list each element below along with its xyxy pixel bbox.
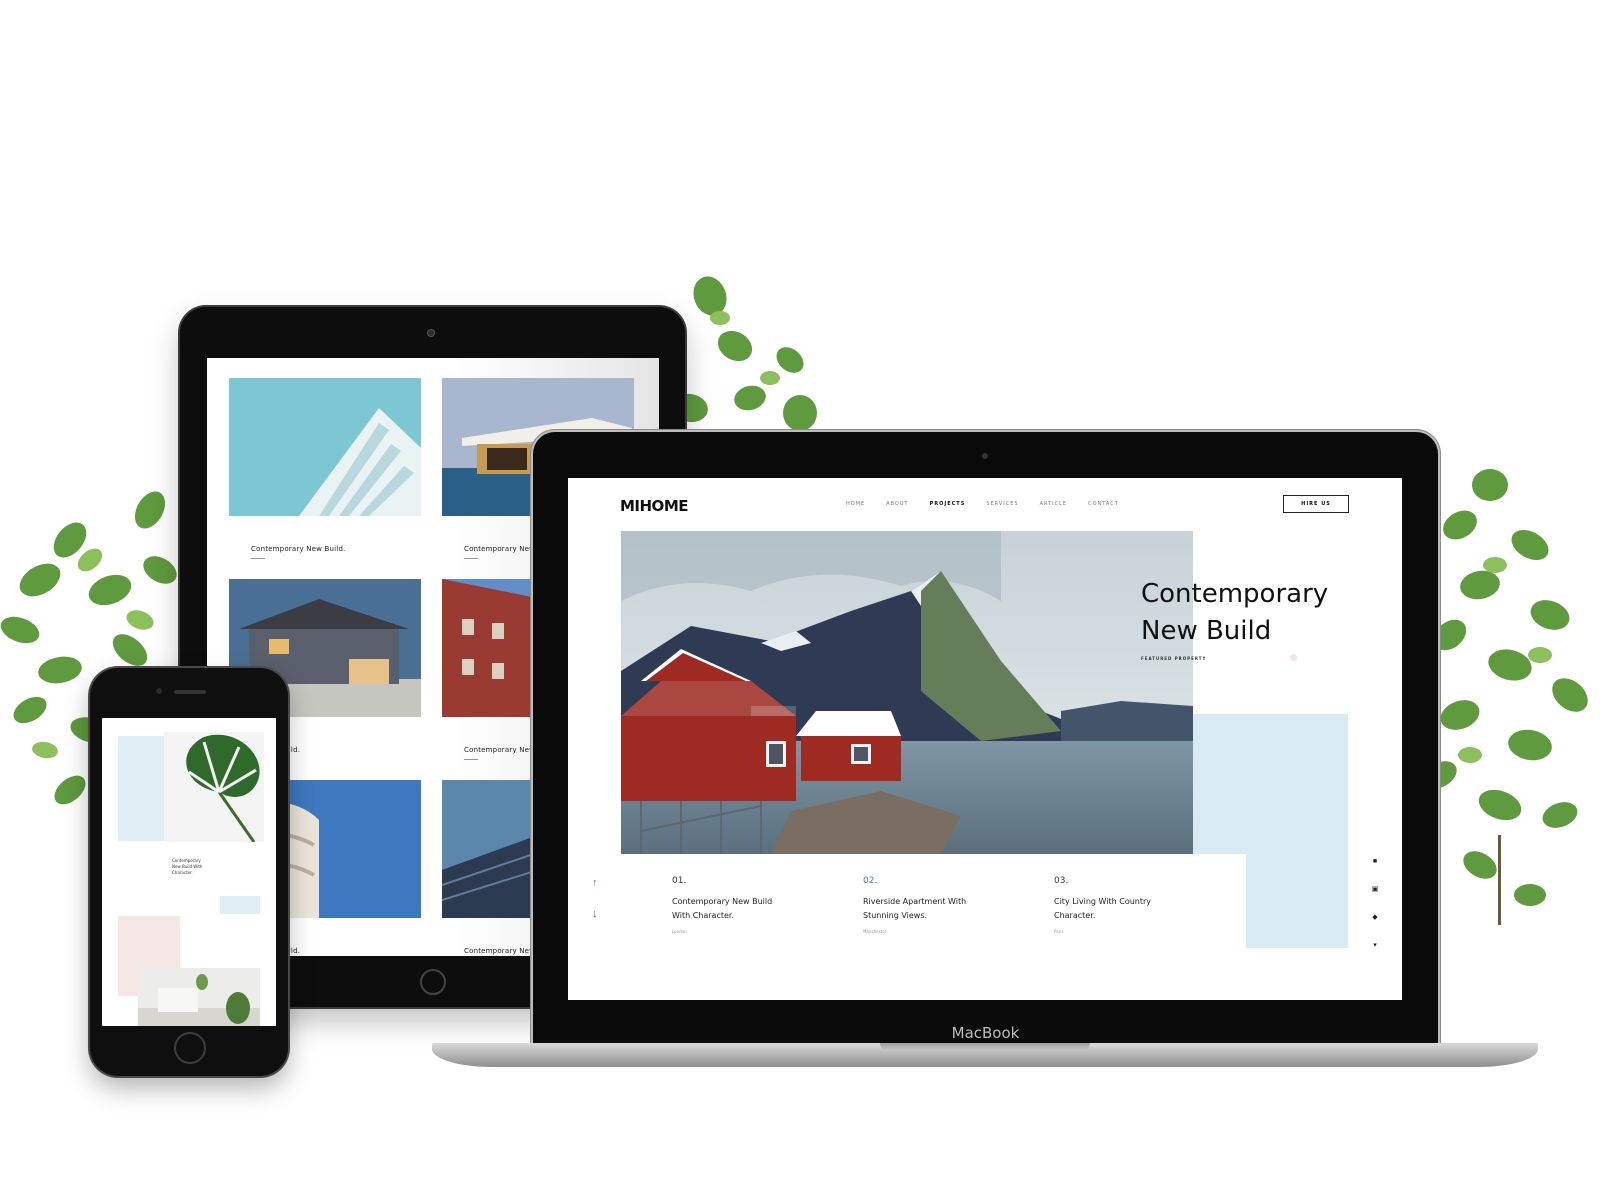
nav-item-projects[interactable]: PROJECTS <box>930 501 966 507</box>
laptop-base <box>432 1043 1538 1067</box>
tablet-camera <box>427 329 435 337</box>
nav-item-services[interactable]: SERVICES <box>986 501 1018 507</box>
nav-item-article[interactable]: ARTICLE <box>1040 501 1068 507</box>
laptop-screen: MIHOME HOME ABOUT PROJECTS SERVICES ARTI… <box>568 478 1402 1000</box>
phone-screen: Contemporary New Build With Character. <box>102 718 276 1026</box>
feature-item[interactable]: 03. City Living With Country Character. … <box>1054 876 1204 934</box>
hero-photo-icon <box>621 531 1193 854</box>
nav-item-about[interactable]: ABOUT <box>886 501 908 507</box>
feature-location: Paris <box>1054 929 1064 934</box>
card-caption: Contemporary New Build. <box>251 545 346 553</box>
feature-title-line: City Living With Country <box>1054 897 1152 906</box>
laptop-notch <box>880 1043 1090 1051</box>
phone-text-line: Character. <box>172 870 193 875</box>
phone-home-button[interactable] <box>174 1032 206 1064</box>
feature-title-line: Stunning Views. <box>863 911 928 920</box>
monstera-leaf-icon <box>164 732 264 842</box>
feature-item[interactable]: 02. Riverside Apartment With Stunning Vi… <box>863 876 1013 934</box>
feature-title: Contemporary New Build With Character. <box>672 895 822 923</box>
site-nav: HOME ABOUT PROJECTS SERVICES ARTICLE CON… <box>846 501 1119 507</box>
hero-title-line: Contemporary <box>1141 579 1329 609</box>
feature-number: 01. <box>672 876 687 886</box>
phone-device: Contemporary New Build With Character. <box>90 668 288 1076</box>
arrow-up-icon[interactable]: ↑ <box>592 877 598 889</box>
hire-us-button[interactable]: HIRE US <box>1283 495 1349 513</box>
phone-camera <box>156 688 162 694</box>
hero-title-line: New Build <box>1141 616 1272 646</box>
feature-item[interactable]: 01. Contemporary New Build With Characte… <box>672 876 822 934</box>
feature-number: 02. <box>863 876 878 886</box>
hero-subtitle: FEATURED PROPERTY <box>1141 656 1207 661</box>
nav-item-home[interactable]: HOME <box>846 501 865 507</box>
laptop-brand-label: MacBook <box>951 1024 1020 1042</box>
phone-blue-chip <box>220 896 260 914</box>
phone-text: Contemporary New Build With Character. <box>172 858 202 876</box>
feature-location: Manchester <box>863 929 887 934</box>
phone-speaker <box>174 690 206 694</box>
device-mockup-scene: Contemporary New Build. Contemporary New <box>0 0 1600 1200</box>
laptop-camera <box>982 453 988 459</box>
site-logo[interactable]: MIHOME <box>620 497 689 515</box>
room-photo-icon <box>138 968 260 1026</box>
feature-title-line: With Character. <box>672 911 735 920</box>
feature-title-line: Character. <box>1054 911 1096 920</box>
tablet-card[interactable]: Contemporary New Build. <box>229 378 421 559</box>
divider <box>251 558 265 559</box>
linkedin-icon[interactable]: ▣ <box>1371 886 1379 894</box>
feature-location: London <box>672 929 687 934</box>
feature-title-line: Contemporary New Build <box>672 897 773 906</box>
divider <box>464 558 478 559</box>
instagram-icon[interactable]: ◆ <box>1371 914 1379 922</box>
facebook-icon[interactable]: ■ <box>1371 858 1379 866</box>
feature-title: City Living With Country Character. <box>1054 895 1204 923</box>
arrow-down-icon[interactable]: ↓ <box>592 908 598 920</box>
feature-title: Riverside Apartment With Stunning Views. <box>863 895 1013 923</box>
twitter-icon[interactable]: ▾ <box>1371 942 1379 950</box>
tablet-home-button[interactable] <box>420 969 446 995</box>
hero-dot <box>1290 654 1297 661</box>
feature-title-line: Riverside Apartment With <box>863 897 967 906</box>
divider <box>464 759 478 760</box>
hero-title: Contemporary New Build <box>1141 576 1381 650</box>
nav-item-contact[interactable]: CONTACT <box>1088 501 1119 507</box>
feature-number: 03. <box>1054 876 1069 886</box>
building-photo-icon <box>229 378 421 516</box>
